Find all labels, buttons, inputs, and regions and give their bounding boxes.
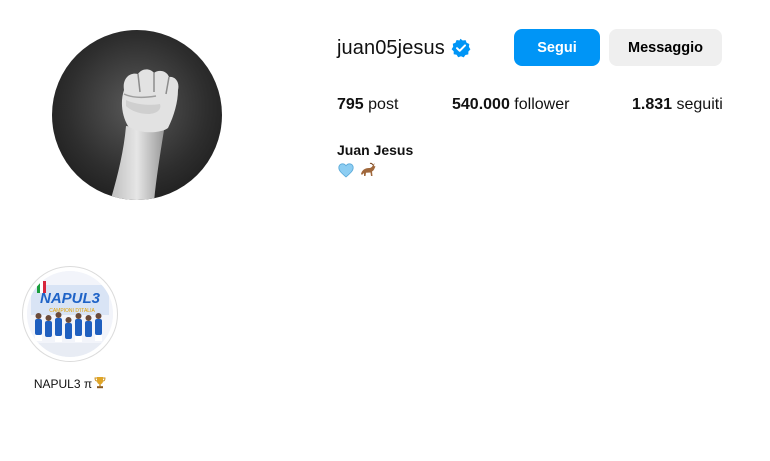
profile-bio <box>338 162 377 181</box>
profile-full-name: Juan Jesus <box>337 142 414 158</box>
highlight-cover: NAPUL3 CAMPIONI D'ITALIA <box>27 271 113 357</box>
trophy-icon <box>94 376 106 392</box>
followers-label: follower <box>514 96 570 113</box>
posts-stat: 795 post <box>337 96 398 114</box>
message-button[interactable]: Messaggio <box>609 29 722 66</box>
username: juan05jesus <box>337 36 445 59</box>
following-stat[interactable]: 1.831 seguiti <box>632 96 723 114</box>
story-highlight-label[interactable]: NAPUL3 π <box>0 376 140 392</box>
posts-count: 795 <box>337 96 364 113</box>
posts-label: post <box>368 96 399 113</box>
followers-count: 540.000 <box>452 96 510 113</box>
highlight-cover-subtitle: CAMPIONI D'ITALIA <box>49 308 95 314</box>
profile-avatar[interactable] <box>52 30 222 200</box>
verified-badge-icon <box>451 38 471 58</box>
highlight-cover-title: NAPUL3 <box>40 290 101 307</box>
highlight-label-text: NAPUL3 π <box>33 377 93 391</box>
follow-button[interactable]: Segui <box>514 29 600 66</box>
followers-stat[interactable]: 540.000 follower <box>452 96 569 114</box>
raised-fist-photo <box>110 69 179 200</box>
blue-heart-icon <box>338 162 354 181</box>
story-highlight[interactable]: NAPUL3 CAMPIONI D'ITALIA <box>22 266 118 362</box>
profile-page: juan05jesus Segui Messaggio 795 post 540… <box>0 0 770 461</box>
following-count: 1.831 <box>632 96 673 113</box>
username-row: juan05jesus <box>337 30 471 66</box>
following-label: seguiti <box>676 96 723 113</box>
goat-icon <box>359 162 377 181</box>
